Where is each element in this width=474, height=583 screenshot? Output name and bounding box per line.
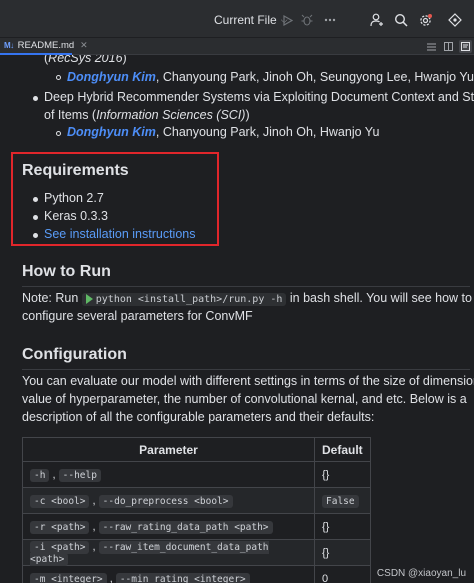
- tab-readme[interactable]: M↓ README.md ✕: [0, 38, 88, 55]
- list-view-icon[interactable]: [425, 40, 438, 53]
- run-configuration-selector[interactable]: Current File ⌵: [214, 11, 288, 29]
- preview-mode-switcher: [425, 40, 472, 53]
- long-flag: --raw_rating_data_path <path>: [98, 520, 273, 534]
- table-row: -c <bool> , --do_preprocess <bool> False: [22, 487, 371, 514]
- split-view-icon[interactable]: [442, 40, 455, 53]
- short-flag: -h: [30, 468, 50, 482]
- markdown-file-icon: M↓: [4, 41, 14, 50]
- heading-divider: [22, 369, 470, 370]
- table-row: -m <integer> , --min_rating <integer> 0: [22, 565, 371, 583]
- tab-label: README.md: [17, 40, 75, 51]
- editor-tab-bar: M↓ README.md ✕: [0, 38, 474, 55]
- short-flag: -c <bool>: [30, 494, 90, 508]
- paper-1-authors: Donghyun Kim, Chanyoung Park, Jinoh Oh, …: [67, 70, 474, 84]
- list-bullet: [33, 96, 38, 101]
- list-bullet: [33, 233, 38, 238]
- default-cell: False: [314, 487, 371, 514]
- parameter-cell: -r <path> , --raw_rating_data_path <path…: [22, 513, 315, 540]
- column-header-default: Default: [314, 437, 371, 462]
- requirement-item: Keras 0.3.3: [44, 209, 108, 223]
- parameter-cell: -h , --help: [22, 461, 315, 488]
- parameter-cell: -c <bool> , --do_preprocess <bool>: [22, 487, 315, 514]
- paper-1-first-author: Donghyun Kim: [67, 70, 156, 84]
- requirements-heading: Requirements: [22, 162, 129, 179]
- how-to-run-note-line-1: Note: Run python <install_path>/run.py -…: [22, 289, 472, 309]
- parameter-cell: -m <integer> , --min_rating <integer>: [22, 565, 315, 583]
- short-flag: -i <path>: [30, 540, 90, 554]
- note-prefix: Note: Run: [22, 291, 79, 305]
- table-row: -r <path> , --raw_rating_data_path <path…: [22, 513, 371, 540]
- parameter-cell: -i <path> , --raw_item_document_data_pat…: [22, 539, 315, 566]
- table-row: -i <path> , --raw_item_document_data_pat…: [22, 539, 371, 566]
- default-cell: {}: [314, 461, 371, 488]
- long-flag: --min_rating <integer>: [115, 572, 250, 583]
- table-header-row: Parameter Default: [22, 437, 371, 462]
- ai-assistant-icon[interactable]: [446, 11, 464, 29]
- run-configuration-label: Current File: [214, 13, 277, 27]
- sub-list-marker: [56, 131, 61, 136]
- add-user-icon[interactable]: [368, 11, 386, 29]
- markdown-preview: (RecSys 2016) Donghyun Kim, Chanyoung Pa…: [0, 55, 474, 583]
- preview-view-icon[interactable]: [459, 40, 472, 53]
- how-to-run-heading: How to Run: [22, 263, 111, 280]
- note-suffix: in bash shell. You will see how to: [289, 291, 472, 305]
- settings-icon[interactable]: [416, 11, 434, 29]
- close-icon[interactable]: ✕: [80, 40, 88, 51]
- short-flag: -r <path>: [30, 520, 90, 534]
- default-cell: 0: [314, 565, 371, 583]
- paper-2-title-prefix: of Items (: [44, 108, 97, 122]
- heading-divider: [22, 286, 470, 287]
- configuration-text-line: value of hyperparameter, the number of c…: [22, 392, 467, 406]
- csdn-watermark: CSDN @xiaoyan_lu: [376, 568, 466, 579]
- paper-1-venue: RecSys 2016: [48, 55, 123, 65]
- paper-2-authors: Donghyun Kim, Chanyoung Park, Jinoh Oh, …: [67, 125, 379, 139]
- table-row: -h , --help {}: [22, 461, 371, 488]
- configuration-heading: Configuration: [22, 346, 127, 363]
- list-bullet: [33, 197, 38, 202]
- requirement-item: Python 2.7: [44, 191, 104, 205]
- list-bullet: [33, 215, 38, 220]
- search-icon[interactable]: [392, 11, 410, 29]
- how-to-run-note-line-2: configure several parameters for ConvMF: [22, 309, 253, 323]
- paper-2-title-line-2: of Items (Information Sciences (SCI)): [44, 108, 250, 122]
- installation-instructions-link[interactable]: See installation instructions: [44, 227, 195, 241]
- run-snippet-icon[interactable]: [85, 294, 93, 304]
- default-value-code: False: [322, 494, 359, 508]
- paper-1-coauthors: , Chanyoung Park, Jinoh Oh, Seungyong Le…: [155, 70, 474, 84]
- paper-2-title-line-1: Deep Hybrid Recommender Systems via Expl…: [44, 90, 474, 104]
- parameters-table: Parameter Default -h , --help {} -c <boo…: [22, 437, 371, 583]
- run-command-code[interactable]: python <install_path>/run.py -h: [81, 293, 287, 306]
- run-command-text: python <install_path>/run.py -h: [95, 294, 283, 305]
- configuration-text-line: description of all the configurable para…: [22, 410, 375, 424]
- long-flag: --help: [58, 468, 101, 482]
- paper-2-title-suffix: ): [245, 108, 250, 122]
- configuration-text-line: You can evaluate our model with differen…: [22, 374, 474, 388]
- long-flag: --do_preprocess <bool>: [98, 494, 233, 508]
- paper-2-first-author: Donghyun Kim: [67, 125, 156, 139]
- paper-1-venue-line: (RecSys 2016): [44, 55, 127, 65]
- column-header-parameter: Parameter: [22, 437, 315, 462]
- sub-list-marker: [56, 75, 61, 80]
- paper-2-coauthors: , Chanyoung Park, Jinoh Oh, Hwanjo Yu: [155, 125, 380, 139]
- main-toolbar: Current File ⌵: [0, 0, 474, 38]
- default-cell: {}: [314, 513, 371, 540]
- debug-icon[interactable]: [298, 11, 316, 29]
- paper-2-venue: Information Sciences (SCI): [96, 108, 246, 122]
- run-icon[interactable]: [279, 11, 297, 29]
- short-flag: -m <integer>: [30, 572, 107, 583]
- more-actions-icon[interactable]: [321, 11, 339, 29]
- default-cell: {}: [314, 539, 371, 566]
